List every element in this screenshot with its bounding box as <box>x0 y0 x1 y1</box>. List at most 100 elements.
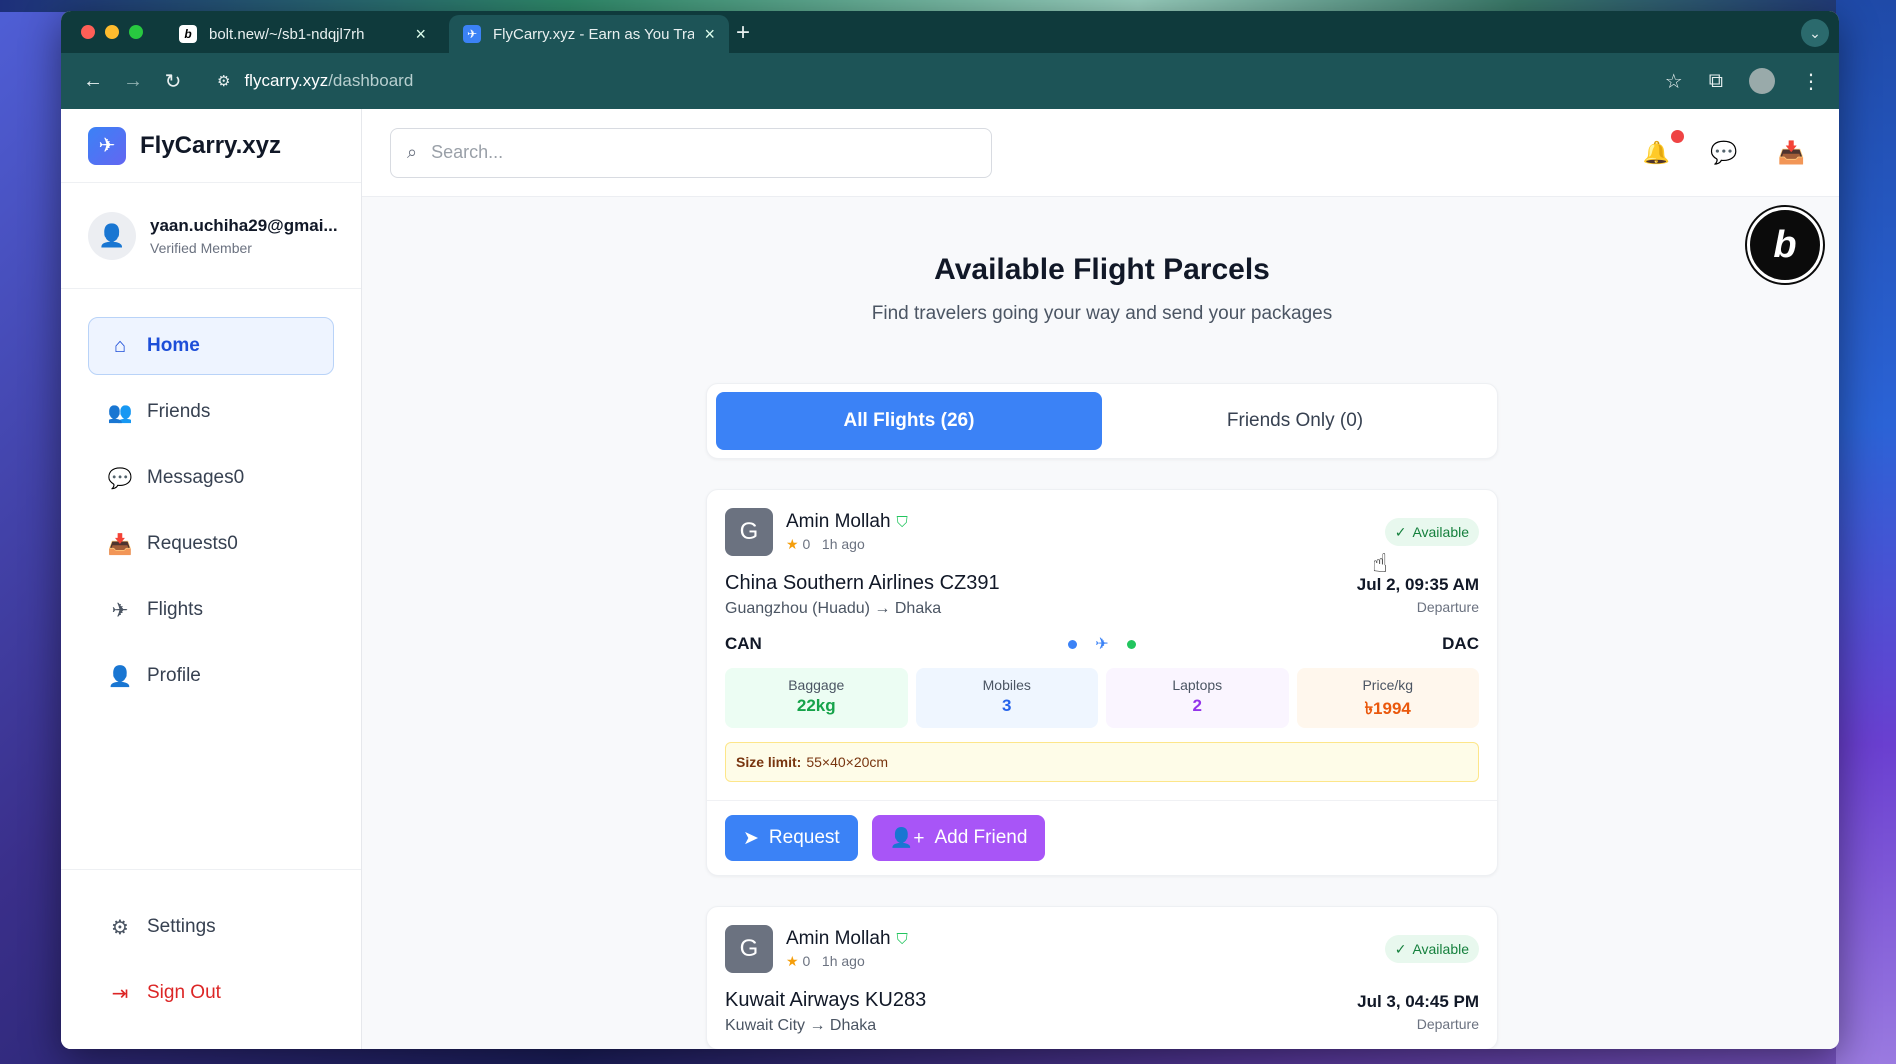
sidebar-item-requests[interactable]: 📥 Requests0 <box>88 515 334 573</box>
brand[interactable]: ✈ FlyCarry.xyz <box>61 109 361 183</box>
departure-label: Departure <box>1416 1016 1479 1032</box>
profile-avatar[interactable] <box>1749 68 1775 94</box>
site-info-icon[interactable]: ⚙ <box>217 72 230 90</box>
browser-tab-bolt[interactable]: b bolt.new/~/sb1-ndqjl7rh × <box>165 15 440 53</box>
plane-icon: ✈ <box>1095 636 1109 653</box>
hand-cursor-icon: ☝ <box>1372 548 1388 578</box>
capacity-stats: Baggage 22kg Mobiles 3 Laptops 2 Price/k… <box>725 668 1479 728</box>
browser-tab-flycarry[interactable]: ✈ FlyCarry.xyz - Earn as You Tra × <box>449 15 729 53</box>
stat-label: Laptops <box>1172 677 1223 693</box>
plane-logo-icon: ✈ <box>88 126 126 165</box>
desktop-wallpaper-right <box>1836 0 1896 1064</box>
size-limit-value: 55×40×20cm <box>806 754 889 770</box>
departure-label: Departure <box>1416 599 1479 615</box>
forward-button[interactable]: → <box>113 70 153 93</box>
button-label: Request <box>768 827 840 848</box>
bell-icon[interactable]: 🔔 <box>1643 130 1685 166</box>
url-host: flycarry.xyz <box>244 71 329 90</box>
stat-value: 2 <box>1192 696 1202 715</box>
user-icon: 👤 <box>107 665 133 688</box>
sidebar-footer: ⚙ Settings ⇥ Sign Out <box>61 869 361 1049</box>
tab-search-button[interactable]: ⌄ <box>1801 19 1829 47</box>
flight-parcels-section: Available Flight Parcels Find travelers … <box>706 197 1498 1049</box>
tab-friends-only[interactable]: Friends Only (0) <box>1102 392 1488 450</box>
button-label: Add Friend <box>934 827 1028 848</box>
traveler-name[interactable]: Amin Mollah <box>786 928 891 949</box>
bookmark-star-icon[interactable]: ☆ <box>1665 69 1683 94</box>
page-title: Available Flight Parcels <box>934 253 1270 286</box>
inbox-icon[interactable]: 📥 <box>1778 140 1805 166</box>
verified-shield-icon: ⛉ <box>896 514 908 531</box>
traveler-avatar[interactable]: G <box>725 925 773 973</box>
request-button[interactable]: ➤ Request <box>725 815 858 861</box>
traveler-name[interactable]: Amin Mollah <box>786 511 891 532</box>
close-tab-icon[interactable]: × <box>704 24 715 45</box>
sidebar-item-settings[interactable]: ⚙ Settings <box>88 898 334 956</box>
search-input[interactable]: ⌕ Search... <box>390 127 992 178</box>
url-field[interactable]: ⚙ flycarry.xyz/dashboard <box>203 62 1653 100</box>
main-content: ⌕ Search... 🔔 💬 📥 b Available Flight Par… <box>362 109 1839 1049</box>
search-icon: ⌕ <box>407 142 418 162</box>
top-bar: ⌕ Search... 🔔 💬 📥 <box>362 109 1839 197</box>
origin-dot <box>1068 639 1078 649</box>
maximize-window-button[interactable] <box>129 25 143 39</box>
users-icon: 👥 <box>107 401 133 424</box>
posted-time: 1h ago <box>821 536 865 552</box>
star-icon: ★ <box>786 536 799 552</box>
stat-price: Price/kg ৳1994 <box>1296 668 1479 728</box>
user-avatar-icon: 👤 <box>88 211 136 260</box>
inbox-icon: 📥 <box>107 533 133 556</box>
close-window-button[interactable] <box>81 25 95 39</box>
powered-by-bolt-badge[interactable]: b <box>1747 207 1823 283</box>
sidebar-item-flights[interactable]: ✈ Flights <box>88 581 334 639</box>
user-profile-card[interactable]: 👤 yaan.uchiha29@gmai... Verified Member <box>61 183 361 289</box>
add-friend-button[interactable]: 👤+ Add Friend <box>871 815 1046 861</box>
traveler-avatar[interactable]: G <box>725 508 773 556</box>
brand-name: FlyCarry.xyz <box>140 131 281 159</box>
new-tab-button[interactable]: + <box>736 19 750 47</box>
sidebar-item-label: Settings <box>147 916 216 937</box>
extensions-icon[interactable]: ⧉ <box>1709 70 1723 93</box>
sign-out-button[interactable]: ⇥ Sign Out <box>88 964 334 1022</box>
top-bar-actions: 🔔 💬 📥 <box>1643 109 1805 197</box>
tab-all-flights[interactable]: All Flights (26) <box>716 392 1102 450</box>
flight-route: Guangzhou (Huadu) → Dhaka <box>725 600 942 617</box>
page-subtitle: Find travelers going your way and send y… <box>871 303 1333 324</box>
home-icon: ⌂ <box>113 334 127 357</box>
minimize-window-button[interactable] <box>105 25 119 39</box>
sidebar-item-label: Friends <box>147 401 211 422</box>
flycarry-favicon-icon: ✈ <box>463 25 481 43</box>
tab-strip: b bolt.new/~/sb1-ndqjl7rh × ✈ FlyCarry.x… <box>61 11 1839 53</box>
message-icon: 💬 <box>107 467 133 490</box>
sidebar-item-home[interactable]: ⌂ Home <box>88 317 334 375</box>
stat-label: Mobiles <box>982 677 1031 693</box>
check-circle-icon: ✓ <box>1394 940 1407 957</box>
departure-date: Jul 3, 04:45 PM <box>1357 992 1479 1011</box>
plane-icon: ✈ <box>111 599 129 622</box>
stat-value: 3 <box>1002 696 1012 715</box>
status-text: Available <box>1412 941 1469 957</box>
logout-icon: ⇥ <box>111 982 129 1005</box>
stat-mobiles: Mobiles 3 <box>915 668 1098 728</box>
sidebar-item-messages[interactable]: 💬 Messages0 <box>88 449 334 507</box>
destination-dot <box>1126 639 1136 649</box>
close-tab-icon[interactable]: × <box>415 24 426 45</box>
back-button[interactable]: ← <box>73 70 113 93</box>
search-placeholder: Search... <box>431 142 504 162</box>
airline-flight: Kuwait Airways KU283 <box>725 989 927 1011</box>
traveler-rating: 0 <box>802 536 811 552</box>
flight-card: G Amin Mollah ⛉ ★ 0 1h ago ✓ Available Kuw… <box>706 906 1498 1049</box>
sidebar-item-friends[interactable]: 👥 Friends <box>88 383 334 441</box>
size-limit-label: Size limit: <box>736 754 802 770</box>
chat-icon[interactable]: 💬 <box>1710 140 1737 166</box>
stat-baggage: Baggage 22kg <box>725 668 908 728</box>
sidebar-item-profile[interactable]: 👤 Profile <box>88 647 334 705</box>
browser-menu-icon[interactable]: ⋮ <box>1801 69 1821 94</box>
address-bar: ← → ↻ ⚙ flycarry.xyz/dashboard ☆ ⧉ ⋮ <box>61 53 1839 109</box>
user-email: yaan.uchiha29@gmai... <box>150 215 338 235</box>
sidebar-item-label: Messages0 <box>147 467 245 488</box>
reload-button[interactable]: ↻ <box>153 69 193 94</box>
card-actions: ➤ Request 👤+ Add Friend <box>707 800 1497 861</box>
sidebar: ✈ FlyCarry.xyz 👤 yaan.uchiha29@gmai... V… <box>61 109 362 1049</box>
sidebar-item-label: Flights <box>147 599 203 620</box>
